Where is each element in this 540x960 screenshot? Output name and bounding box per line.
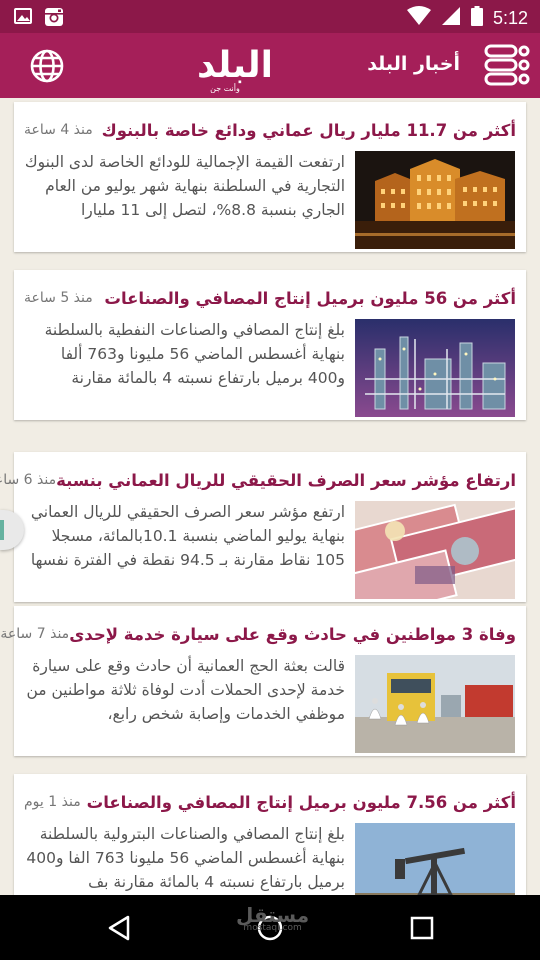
recents-icon[interactable]: [407, 913, 437, 943]
svg-text:وأنت جن: وأنت جن: [210, 83, 240, 93]
status-bar: 5:12: [0, 0, 540, 33]
globe-icon[interactable]: [28, 47, 66, 85]
article-headline[interactable]: أكثر من 7.56 مليون برميل إنتاج المصافي و…: [87, 793, 516, 812]
back-icon[interactable]: [104, 913, 134, 943]
watermark: مستقل mostaql.com: [236, 903, 310, 933]
article-time: منذ 5 ساعة: [24, 290, 93, 306]
article-card[interactable]: وفاة 3 مواطنين في حادث وقع على سيارة خدم…: [0, 606, 526, 756]
article-card[interactable]: أكثر من 7.56 مليون برميل إنتاج المصافي و…: [14, 774, 526, 895]
instagram-icon: [44, 7, 64, 31]
svg-text:البلد: البلد: [197, 45, 273, 86]
article-image-banknotes[interactable]: [355, 501, 515, 599]
article-image-hotel-night[interactable]: [355, 151, 515, 249]
article-headline[interactable]: ارتفاع مؤشر سعر الصرف الحقيقي للريال الع…: [56, 471, 516, 490]
article-image-bus-accident[interactable]: [355, 655, 515, 753]
signal-icon: [441, 6, 461, 30]
wifi-icon: [406, 6, 431, 30]
article-card[interactable]: ارتفاع مؤشر سعر الصرف الحقيقي للريال الع…: [0, 452, 526, 602]
status-time: 5:12: [492, 7, 528, 28]
article-snippet: ارتفع مؤشر سعر الصرف الحقيقي للريال العم…: [30, 503, 345, 569]
article-headline[interactable]: وفاة 3 مواطنين في حادث وقع على سيارة خدم…: [69, 625, 516, 644]
article-image-oil-pump[interactable]: [355, 823, 515, 895]
gallery-icon: [14, 7, 32, 31]
article-headline[interactable]: أكثر من 56 مليون برميل إنتاج المصافي وال…: [104, 289, 516, 308]
article-time: منذ 1 يوم: [24, 794, 81, 810]
article-time: منذ 4 ساعة: [24, 122, 93, 138]
navigation-bar: مستقل mostaql.com: [0, 895, 540, 960]
article-snippet: بلغ إنتاج المصافي والصناعات البترولية با…: [26, 825, 345, 891]
article-snippet: بلغ إنتاج المصافي والصناعات النفطية بالس…: [44, 321, 345, 387]
news-feed[interactable]: أكثر من 11.7 مليار ريال عماني ودائع خاصة…: [0, 98, 540, 895]
article-image-refinery[interactable]: [355, 319, 515, 417]
article-time: منذ 6 ساعة: [0, 472, 57, 488]
app-logo: البلد وأنت جن: [180, 39, 290, 93]
menu-icon[interactable]: [484, 43, 530, 87]
article-card[interactable]: أكثر من 11.7 مليار ريال عماني ودائع خاصة…: [14, 102, 526, 252]
battery-icon: [470, 6, 483, 30]
app-bar: البلد وأنت جن أخبار البلد: [0, 33, 540, 98]
app-title: أخبار البلد: [367, 53, 460, 75]
article-headline[interactable]: أكثر من 11.7 مليار ريال عماني ودائع خاصة…: [102, 121, 516, 140]
article-snippet: ارتفعت القيمة الإجمالية للودائع الخاصة ل…: [24, 153, 345, 219]
article-time: منذ 7 ساعة: [0, 626, 70, 642]
article-snippet: قالت بعثة الحج العمانية أن حادث وقع على …: [26, 657, 345, 723]
article-card[interactable]: أكثر من 56 مليون برميل إنتاج المصافي وال…: [14, 270, 526, 420]
